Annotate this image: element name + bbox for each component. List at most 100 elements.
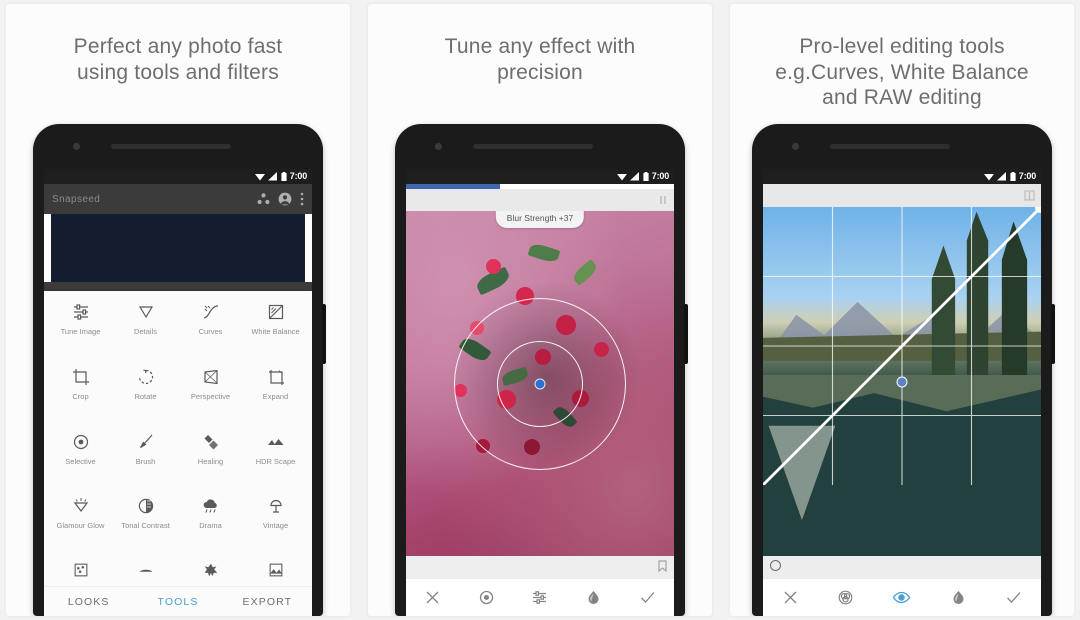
front-camera-icon [792,143,799,150]
tool-label: Expand [262,391,289,401]
tool-expand[interactable]: Expand [243,366,308,431]
tool-label: White Balance [251,327,300,336]
compare-split-icon[interactable] [1024,190,1035,201]
details-icon [136,301,156,323]
tab-tools[interactable]: TOOLS [133,596,222,608]
brush-icon [136,431,156,453]
slider-knob[interactable] [770,560,781,571]
status-bar: 7:00 [763,169,1041,184]
tool-label: Crop [72,391,89,401]
photo-canvas-flowers[interactable]: Blur Strength +37 [406,211,674,556]
tool-retrolux[interactable] [113,560,178,586]
overflow-menu-icon[interactable] [300,192,304,206]
wifi-icon [616,174,627,181]
battery-icon [643,172,649,181]
headline-line: e.g.Curves, White Balance [775,60,1029,84]
tool-crop[interactable]: Crop [48,366,113,431]
headline-line: precision [497,60,583,84]
phone-screen-3: 7:00 [763,169,1041,616]
close-icon[interactable] [782,589,799,606]
battery-icon [1010,172,1016,181]
status-bar: 7:00 [44,169,312,184]
power-button [322,304,326,364]
tools-grid-partial-row [44,560,312,586]
expand-icon [266,366,286,388]
phone-screen-2: 7:00 Blur Strength +37 [406,169,674,616]
tools-grid: Tune Image Details Curves White Balance … [44,291,312,560]
editor-toolbar-3 [763,578,1041,616]
brush-blob-icon[interactable] [950,589,967,606]
headline-line: Pro-level editing tools [799,35,1005,58]
tool-vintage[interactable]: Vintage [243,495,308,560]
phone-mockup-1: 7:00 Snapseed Tune Image Details Curves … [33,124,326,616]
tool-details[interactable]: Details [113,301,178,366]
preview-eye-icon[interactable] [892,589,911,606]
status-clock: 7:00 [289,171,307,181]
tonal-contrast-icon [136,495,156,517]
rgb-channel-icon[interactable] [837,589,854,606]
check-icon[interactable] [1005,589,1022,606]
headline-line: Perfect any photo fast [73,35,283,58]
tab-export[interactable]: EXPORT [223,596,312,608]
screenshot-stage: Perfect any photo fast using tools and f… [0,0,1080,620]
tool-hdr-scape[interactable]: HDR Scape [243,431,308,496]
open-icon[interactable] [257,192,270,206]
rotate-icon [136,366,156,388]
phone-screen-1: 7:00 Snapseed Tune Image Details Curves … [44,169,312,616]
wifi-icon [983,174,994,181]
earpiece-speaker [830,144,950,149]
tool-selective[interactable]: Selective [48,431,113,496]
signal-icon [996,172,1006,181]
tool-label: Rotate [134,391,157,401]
power-button [1051,304,1055,364]
compare-icon[interactable] [658,195,668,205]
brush-blob-icon[interactable] [585,589,602,606]
bookmark-icon[interactable] [658,560,667,572]
lens-blur-icon[interactable] [478,589,495,606]
tool-healing[interactable]: Healing [178,431,243,496]
tab-looks[interactable]: LOOKS [44,596,133,608]
curve-node-midtone[interactable] [896,376,908,387]
editor-top-strip [763,184,1041,207]
power-button [684,304,688,364]
headline-card-2: Tune any effect with precision [431,34,650,85]
wifi-icon [254,174,265,181]
headline-line: and RAW editing [822,86,982,110]
tool-drama[interactable]: Drama [178,495,243,560]
app-title: Snapseed [52,193,101,205]
tool-perspective[interactable]: Perspective [178,366,243,431]
front-camera-icon [435,143,442,150]
tool-brush[interactable]: Brush [113,431,178,496]
grunge-icon [202,560,220,580]
tool-white-balance[interactable]: White Balance [243,301,308,366]
tool-curves[interactable]: Curves [178,301,243,366]
tool-grunge[interactable] [178,560,243,586]
tool-label: Curves [198,327,223,336]
tool-grainy-film[interactable] [48,560,113,586]
effect-value-tooltip: Blur Strength +37 [495,211,585,228]
editing-canvas-preview [51,214,305,282]
tool-glamour-glow[interactable]: Glamour Glow [48,495,113,560]
selective-icon [71,431,91,453]
tool-tune-image[interactable]: Tune Image [48,301,113,366]
tool-tonal-contrast[interactable]: Tonal Contrast [113,495,178,560]
tone-curve-line[interactable] [763,207,1041,485]
retrolux-icon [137,560,155,580]
tune-sliders-icon[interactable] [531,589,548,606]
photo-canvas-landscape[interactable] [763,207,1041,556]
tool-double-exposure[interactable] [243,560,308,586]
blur-center-handle[interactable] [534,378,546,389]
curve-slider-strip[interactable] [763,556,1041,578]
white-balance-icon [266,301,286,323]
tool-label: Tonal Contrast [121,521,170,531]
profile-icon[interactable] [278,192,292,206]
tool-label: Healing [197,456,224,466]
tool-rotate[interactable]: Rotate [113,366,178,431]
tool-label: Tune Image [60,327,101,336]
check-icon[interactable] [639,589,656,606]
crop-icon [71,366,91,388]
bottom-tab-bar: LOOKS TOOLS EXPORT [44,586,312,616]
tool-label: HDR Scape [255,456,296,466]
signal-icon [629,172,639,181]
close-icon[interactable] [424,589,441,606]
